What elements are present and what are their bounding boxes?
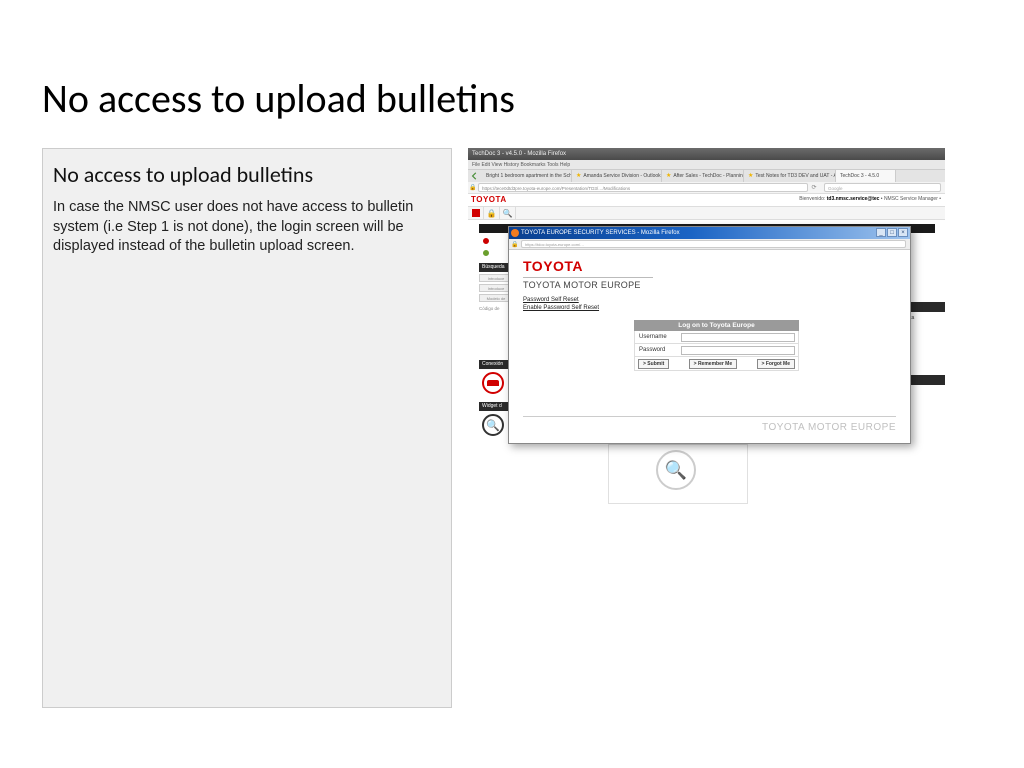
lock-icon: 🔒 — [509, 241, 521, 248]
lock-icon: 🔒 — [468, 184, 478, 191]
popup-footer-rule — [523, 416, 896, 417]
panel-heading: No access to upload bulletins — [53, 161, 441, 188]
username-label: Username — [635, 334, 681, 340]
forgot-me-button[interactable]: > Forgot Me — [757, 359, 795, 369]
welcome-user: td3.nmsc.service@tec — [827, 196, 880, 202]
welcome-text: Bienvenido: td3.nmsc.service@tec • NMSC … — [799, 196, 941, 202]
popup-footer-text: TOYOTA MOTOR EUROPE — [762, 422, 896, 433]
welcome-role: • NMSC Service Manager • — [879, 196, 941, 202]
browser-titlebar: TechDoc 3 - v4.5.0 - Mozilla Firefox — [468, 148, 945, 160]
star-icon: ★ — [576, 173, 581, 179]
browser-tabstrip: Bright 1 bedroom apartment in the Schu… … — [468, 170, 945, 182]
browser-menubar: File Edit View History Bookmarks Tools H… — [468, 160, 945, 170]
firefox-icon — [511, 229, 519, 237]
window-controls: _ □ × — [876, 228, 908, 237]
minimize-icon[interactable]: _ — [876, 228, 886, 237]
app-toolbar: 🔒 🔍 — [468, 206, 945, 220]
password-input[interactable] — [681, 346, 795, 355]
alert-dot-icon — [482, 237, 490, 245]
close-icon[interactable]: × — [898, 228, 908, 237]
refresh-icon[interactable]: ⟳ — [808, 184, 820, 191]
slide-title: No access to upload bulletins — [42, 74, 515, 123]
popup-body: TOYOTA TOYOTA MOTOR EUROPE Password Self… — [509, 250, 910, 443]
logo-rule — [523, 277, 653, 278]
tab-4[interactable]: ★Test Notes for TD3 DEV and UAT - After … — [744, 170, 836, 182]
toolbar-lock-icon[interactable]: 🔒 — [484, 206, 500, 220]
login-form: Log on to Toyota Europe Username Passwor… — [634, 320, 799, 371]
browser-addressbar: 🔒 https://tece0dtd3pre.toyota-europe.com… — [468, 182, 945, 194]
tab-active[interactable]: TechDoc 3 - 4.5.0 — [836, 170, 896, 182]
star-icon: ★ — [748, 173, 753, 179]
maximize-icon[interactable]: □ — [887, 228, 897, 237]
password-row: Password — [634, 344, 799, 357]
username-input[interactable] — [681, 333, 795, 342]
login-buttons-row: > Submit > Remember Me > Forgot Me — [634, 357, 799, 371]
star-icon: ★ — [666, 173, 671, 179]
username-row: Username — [634, 331, 799, 344]
toyota-logo: TOYOTA — [523, 258, 896, 274]
submit-button[interactable]: > Submit — [638, 359, 669, 369]
welcome-prefix: Bienvenido: — [799, 196, 827, 202]
popup-addressbar: 🔒 https://tdoc.toyota-europe.com/… — [509, 239, 910, 250]
tab-2-label: Amanda Service Division - Outlook Web… — [583, 173, 662, 179]
codigo-label: Código de — [479, 306, 500, 311]
tab-3-label: After Sales - TechDoc - Planning Board — [673, 173, 744, 179]
toolbar-home-icon[interactable] — [468, 206, 484, 220]
tab-2[interactable]: ★Amanda Service Division - Outlook Web… — [572, 170, 662, 182]
panel-body: In case the NMSC user does not have acce… — [53, 198, 441, 257]
popup-titlebar: TOYOTA EUROPE SECURITY SERVICES - Mozill… — [509, 227, 910, 239]
login-popup-window: TOYOTA EUROPE SECURITY SERVICES - Mozill… — [508, 226, 911, 444]
tab-1[interactable]: Bright 1 bedroom apartment in the Schu… — [482, 170, 572, 182]
popup-title-text: TOYOTA EUROPE SECURITY SERVICES - Mozill… — [521, 230, 680, 236]
url-field[interactable]: https://tece0dtd3pre.toyota-europe.com/P… — [478, 183, 808, 192]
password-label: Password — [635, 347, 681, 353]
password-self-reset-link[interactable]: Password Self Reset — [523, 296, 896, 304]
explanation-panel: No access to upload bulletins In case th… — [42, 148, 452, 708]
app-brandbar: TOYOTA Bienvenido: td3.nmsc.service@tec … — [468, 194, 945, 206]
tab-3[interactable]: ★After Sales - TechDoc - Planning Board — [662, 170, 744, 182]
popup-url-field[interactable]: https://tdoc.toyota-europe.com/… — [521, 240, 906, 248]
nav-back-icon[interactable] — [468, 170, 482, 182]
browser-search-field[interactable]: Google — [824, 183, 941, 192]
toyota-motor-europe-label: TOYOTA MOTOR EUROPE — [523, 280, 896, 290]
car-icon[interactable] — [482, 372, 504, 394]
tab-4-label: Test Notes for TD3 DEV and UAT - After … — [755, 173, 836, 179]
toolbar-search-icon[interactable]: 🔍 — [500, 206, 516, 220]
magnifier-icon[interactable]: 🔍 — [482, 414, 504, 436]
center-magnifier-icon: 🔍 — [656, 450, 696, 490]
login-header: Log on to Toyota Europe — [634, 320, 799, 331]
enable-password-reset-link[interactable]: Enable Password Self Reset — [523, 304, 896, 312]
remember-me-button[interactable]: > Remember Me — [689, 359, 738, 369]
password-links: Password Self Reset Enable Password Self… — [523, 296, 896, 313]
toyota-logo: TOYOTA — [471, 195, 507, 204]
alert-dot-icon — [482, 249, 490, 257]
screenshot-composite: TechDoc 3 - v4.5.0 - Mozilla Firefox Fil… — [468, 148, 945, 488]
